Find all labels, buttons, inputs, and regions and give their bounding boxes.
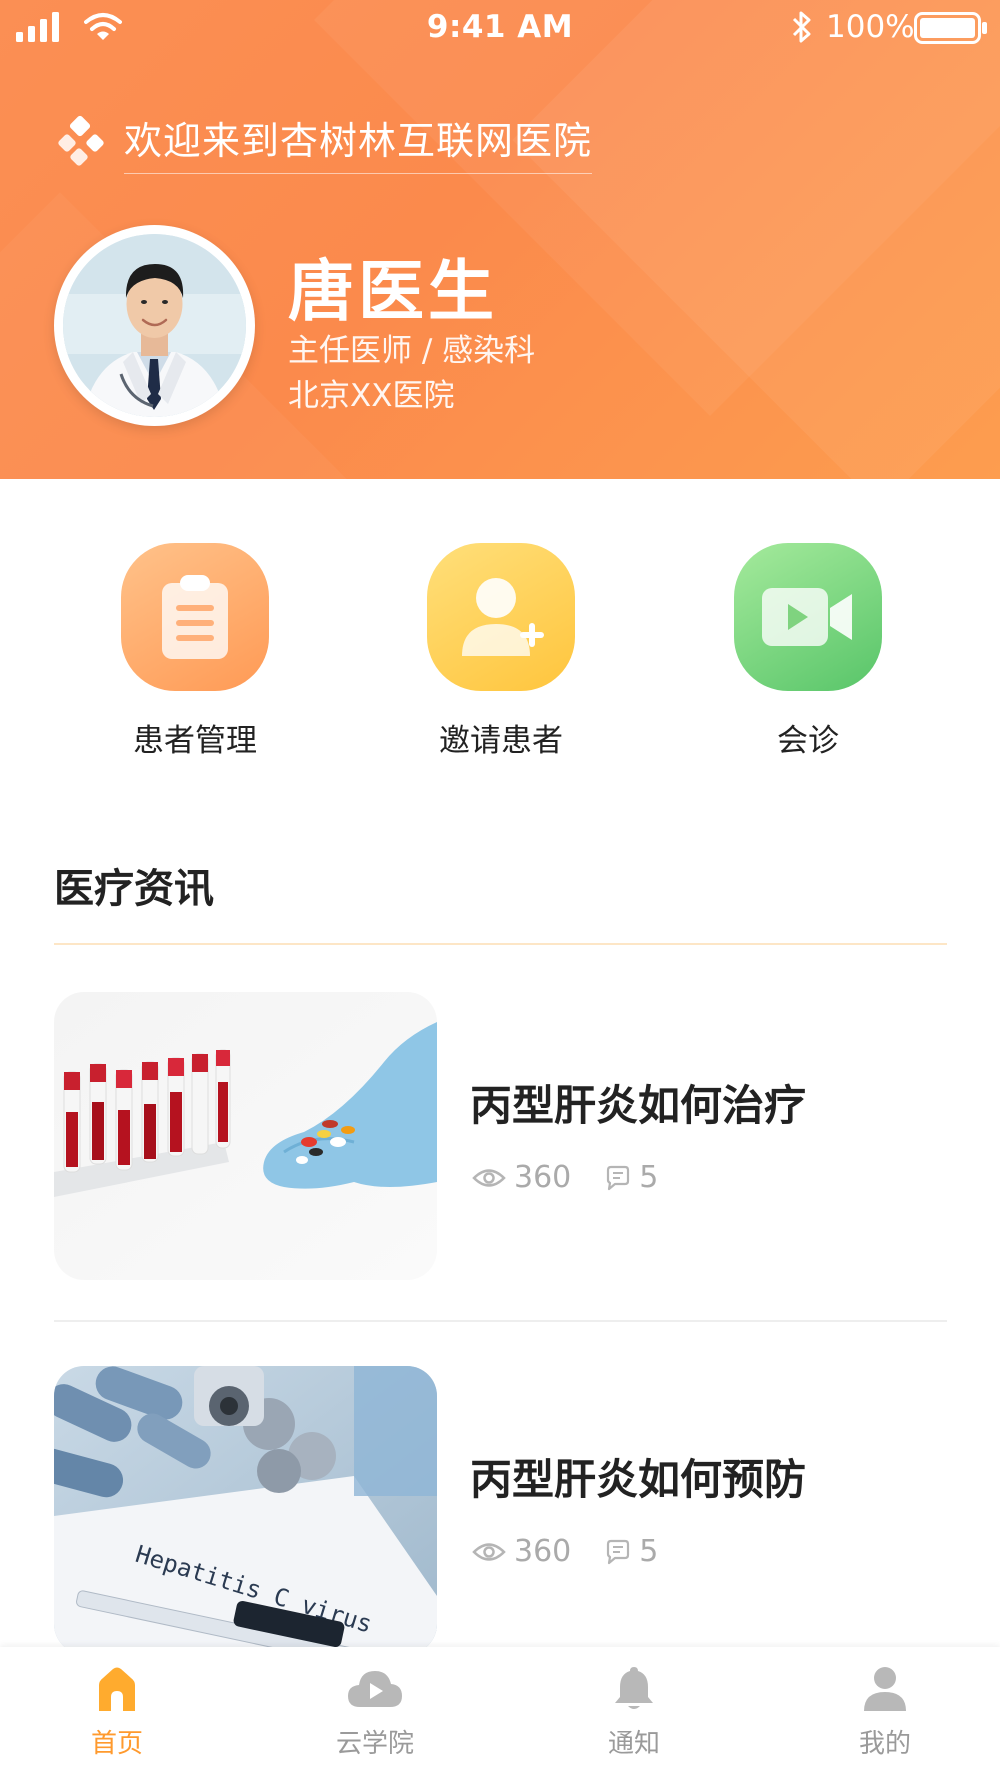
- battery-percent: 100%: [826, 9, 915, 45]
- news-title: 丙型肝炎如何治疗: [470, 1081, 807, 1130]
- comment-icon: [607, 1165, 630, 1190]
- home-icon: [99, 1667, 135, 1711]
- views-count: 360: [472, 1534, 571, 1569]
- patient-management-label: 患者管理: [133, 723, 257, 759]
- eye-icon: [472, 1542, 506, 1561]
- news-item[interactable]: 丙型肝炎如何治疗 360 5: [54, 992, 947, 1282]
- patient-management-button[interactable]: 患者管理: [95, 543, 295, 760]
- eye-icon: [472, 1168, 506, 1187]
- tab-home[interactable]: 首页: [47, 1665, 187, 1760]
- comments-count: 5: [605, 1160, 658, 1195]
- comments-value: 5: [639, 1160, 659, 1195]
- battery-icon: [914, 12, 987, 44]
- views-value: 360: [514, 1160, 572, 1195]
- blood-tubes-and-pills-photo: [54, 992, 437, 1280]
- news-item[interactable]: Hepatitis C virus 丙型肝炎如何预防 360 5: [54, 1366, 947, 1656]
- doctor-photo: [63, 234, 246, 417]
- doctor-avatar[interactable]: [54, 225, 255, 426]
- doctor-hospital: 北京XX医院: [288, 378, 455, 414]
- action-icon-box: [734, 543, 882, 691]
- views-count: 360: [472, 1160, 571, 1195]
- consultation-button[interactable]: 会诊: [708, 543, 908, 760]
- tab-label: 首页: [90, 1729, 143, 1759]
- news-meta: 360 5: [472, 1534, 658, 1569]
- hepatitis-c-virus-photo: Hepatitis C virus: [54, 1366, 437, 1654]
- action-icon-box: [427, 543, 575, 691]
- bell-icon: [615, 1667, 653, 1709]
- tab-notifications[interactable]: 通知: [564, 1665, 704, 1760]
- hospital-logo-icon: [58, 115, 104, 166]
- video-icon: [762, 588, 852, 646]
- consultation-label: 会诊: [777, 723, 839, 759]
- add-user-icon: [462, 578, 544, 656]
- invite-patient-button[interactable]: 邀请患者: [401, 543, 601, 760]
- action-icon-box: [121, 543, 269, 691]
- news-divider: [54, 1320, 947, 1322]
- tab-cloud-academy[interactable]: 云学院: [305, 1665, 445, 1760]
- bottom-tab-bar: 首页 云学院 通知 我的: [0, 1647, 1000, 1778]
- news-title: 丙型肝炎如何预防: [470, 1455, 807, 1504]
- comments-value: 5: [639, 1534, 659, 1569]
- comments-count: 5: [605, 1534, 658, 1569]
- doctor-title: 主任医师 / 感染科: [288, 333, 536, 369]
- status-bar: 9:41 AM 100%: [0, 0, 1000, 56]
- news-section-title: 医疗资讯: [54, 866, 214, 912]
- comment-icon: [607, 1539, 630, 1564]
- profile-header: 9:41 AM 100% 欢迎来到杏树林互联网医院 唐医生 主任医师 / 感染科…: [0, 0, 1000, 479]
- views-value: 360: [514, 1534, 572, 1569]
- section-divider: [54, 943, 947, 945]
- tab-label: 通知: [607, 1729, 660, 1759]
- news-meta: 360 5: [472, 1160, 658, 1195]
- tab-label: 我的: [858, 1729, 911, 1759]
- bluetooth-icon: [792, 11, 811, 43]
- welcome-text: 欢迎来到杏树林互联网医院: [124, 110, 593, 174]
- invite-patient-label: 邀请患者: [439, 723, 563, 759]
- tab-profile[interactable]: 我的: [815, 1665, 955, 1760]
- person-icon: [864, 1667, 906, 1711]
- clipboard-icon: [162, 575, 228, 659]
- cloud-play-icon: [348, 1671, 402, 1707]
- doctor-name: 唐医生: [288, 253, 498, 330]
- welcome-banner: 欢迎来到杏树林互联网医院: [54, 110, 593, 174]
- news-thumbnail: Hepatitis C virus: [54, 1366, 437, 1654]
- tab-label: 云学院: [335, 1729, 414, 1759]
- news-thumbnail: [54, 992, 437, 1280]
